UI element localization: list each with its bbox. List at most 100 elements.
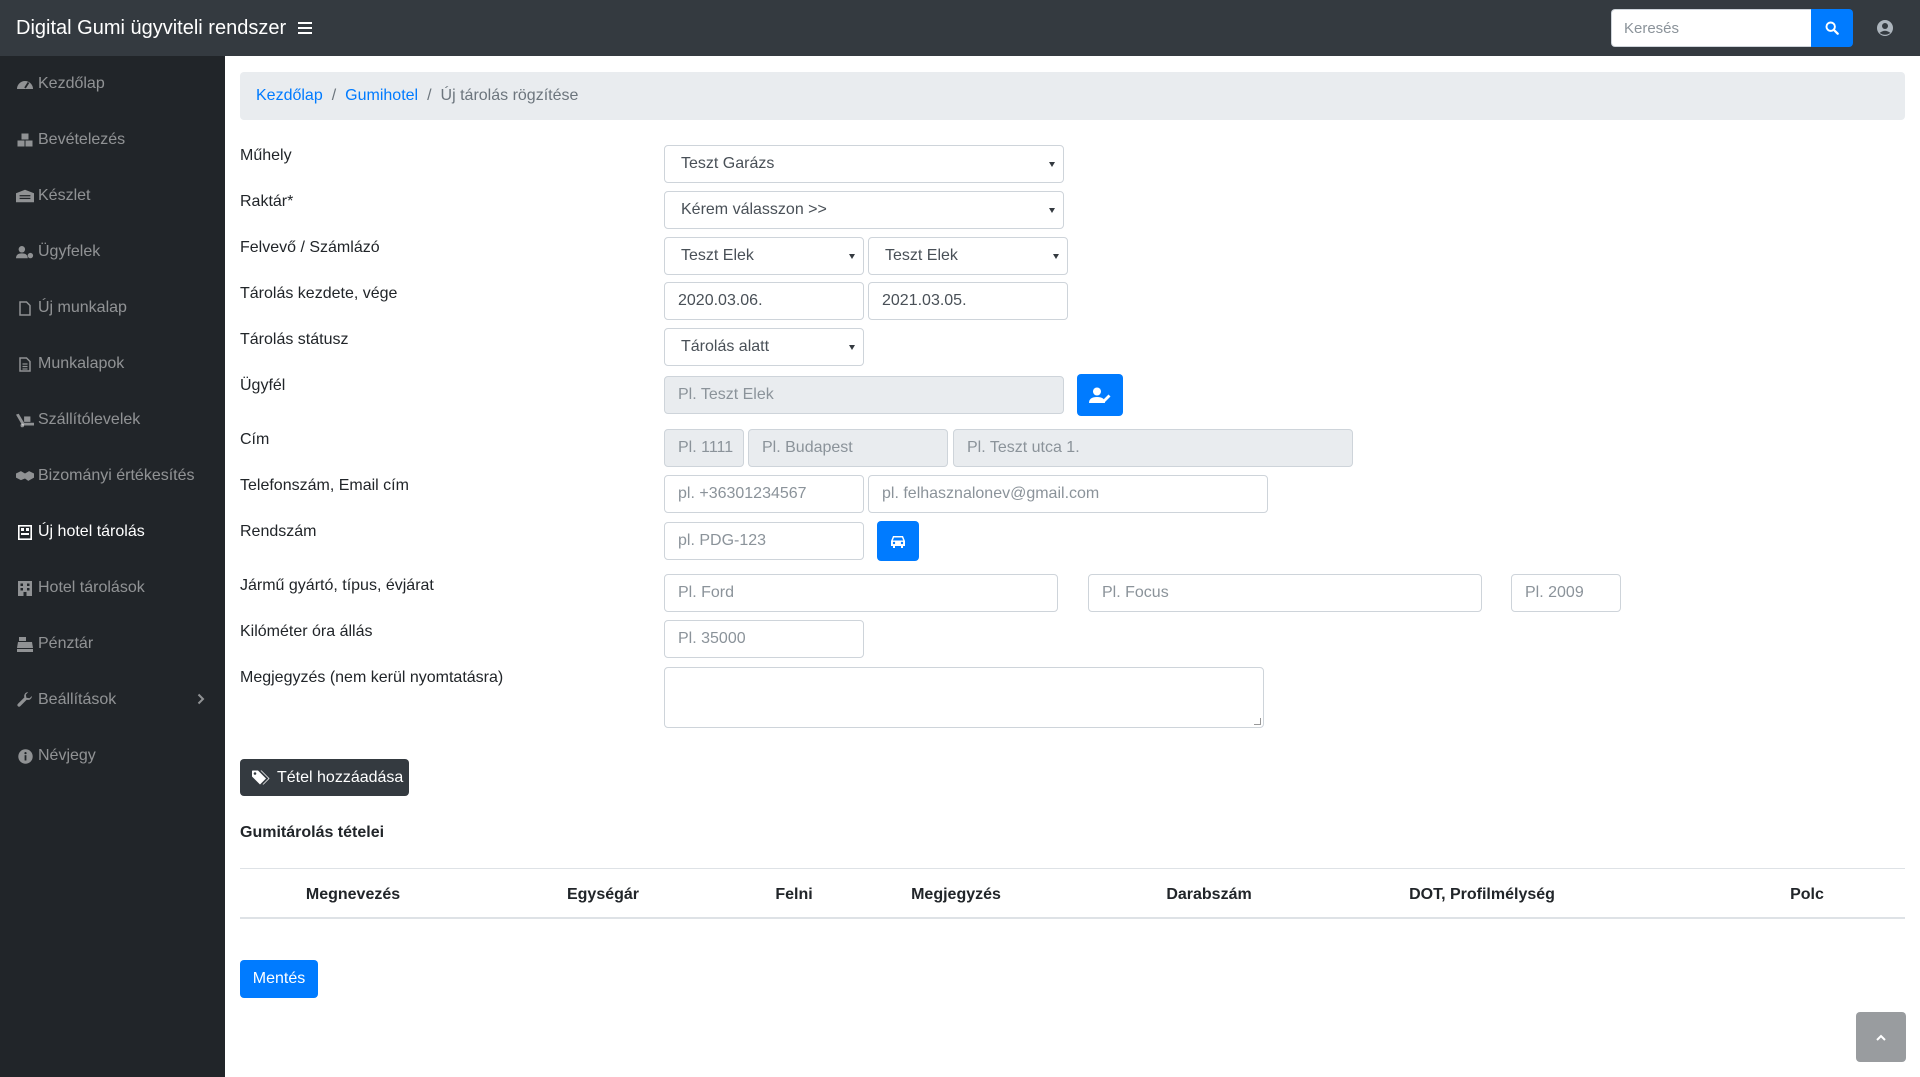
breadcrumb-home-link[interactable]: Kezdőlap xyxy=(256,87,323,105)
sidebar-item-label: Munkalapok xyxy=(38,355,125,372)
tarolas-statusz-select[interactable]: Tárolás alatt xyxy=(664,328,864,366)
select-customer-button[interactable] xyxy=(1077,374,1123,416)
car-icon xyxy=(891,535,905,548)
sidebar-item-label: Ügyfelek xyxy=(38,243,101,260)
column-header-egysegar: Egységár xyxy=(566,886,640,903)
cim-city-input[interactable]: Pl. Budapest xyxy=(748,429,948,467)
resize-handle[interactable] xyxy=(1254,718,1261,725)
user-cog-icon xyxy=(16,244,34,260)
sidebar-item-penztar[interactable]: Pénztár xyxy=(0,619,225,669)
sidebar-item-hotel-tarolasok[interactable]: Hotel tárolások xyxy=(0,563,225,613)
sidebar-item-uj-munkalap[interactable]: Új munkalap xyxy=(0,283,225,333)
sidebar-item-bevetelezes[interactable]: Bevételezés xyxy=(0,115,225,165)
add-item-label: Tétel hozzáadása xyxy=(277,768,404,786)
sidebar-item-label: Kezdőlap xyxy=(38,75,105,92)
phone-input[interactable]: pl. +36301234567 xyxy=(664,475,864,513)
breadcrumb-separator: / xyxy=(331,87,337,104)
muhely-label: Műhely xyxy=(240,147,292,164)
hotel-register-icon xyxy=(16,524,34,540)
items-table: Megnevezés Egységár Felni Megjegyzés Dar… xyxy=(240,868,1905,919)
cash-register-icon xyxy=(16,636,34,652)
column-header-megjegyzes: Megjegyzés xyxy=(911,886,1001,903)
tarolas-ido-label: Tárolás kezdete, vége xyxy=(240,285,398,302)
sidebar-item-label: Beállítások xyxy=(38,691,117,708)
sidebar-item-beallitasok[interactable]: Beállítások xyxy=(0,675,225,725)
tags-icon xyxy=(252,770,270,785)
chevron-up-icon xyxy=(1876,1034,1886,1041)
km-input[interactable]: Pl. 35000 xyxy=(664,620,864,658)
warehouse-icon xyxy=(16,188,34,204)
rendszam-input[interactable]: pl. PDG-123 xyxy=(664,522,864,560)
sidebar-item-munkalapok[interactable]: Munkalapok xyxy=(0,339,225,389)
items-section-title: Gumitárolás tételei xyxy=(240,824,385,841)
column-header-darabszam: Darabszám xyxy=(1166,886,1252,903)
sidebar-item-bizomanyi[interactable]: Bizományi értékesítés xyxy=(0,451,225,501)
sidebar-item-ugyfelek[interactable]: Ügyfelek xyxy=(0,227,225,277)
sidebar-item-uj-hotel-tarolas[interactable]: Új hotel tárolás xyxy=(0,507,225,557)
breadcrumb-current: Új tárolás rögzítése xyxy=(440,87,579,104)
chevron-right-icon xyxy=(197,693,205,705)
email-input[interactable]: pl. felhasznalonev@gmail.com xyxy=(868,475,1268,513)
ugyfel-label: Ügyfél xyxy=(240,377,286,394)
sidebar-item-label: Új hotel tárolás xyxy=(38,523,145,540)
sidebar-item-label: Új munkalap xyxy=(38,299,127,316)
top-navbar: Digital Gumi ügyviteli rendszer xyxy=(0,0,1920,56)
cubes-icon xyxy=(16,132,34,148)
hotel-icon xyxy=(16,580,34,596)
save-button[interactable]: Mentés xyxy=(240,960,318,998)
breadcrumb-gumihotel-link[interactable]: Gumihotel xyxy=(345,87,418,105)
rendszam-label: Rendszám xyxy=(240,523,317,540)
sidebar-item-label: Bevételezés xyxy=(38,131,126,148)
tarolas-kezdete-input[interactable]: 2020.03.06. xyxy=(664,282,864,320)
hamburger-menu-icon[interactable] xyxy=(298,22,313,34)
tarolas-statusz-label: Tárolás státusz xyxy=(240,331,349,348)
tarolas-vege-input[interactable]: 2021.03.05. xyxy=(868,282,1068,320)
kapcsolat-label: Telefonszám, Email cím xyxy=(240,477,409,494)
jarmu-evjarat-input[interactable]: Pl. 2009 xyxy=(1511,574,1621,612)
sidebar-item-label: Készlet xyxy=(38,187,91,204)
column-header-felni: Felni xyxy=(775,886,813,903)
megjegyzes-textarea[interactable] xyxy=(664,667,1264,728)
column-header-megnevezes: Megnevezés xyxy=(305,886,401,903)
search-input[interactable] xyxy=(1611,9,1811,47)
km-label: Kilóméter óra állás xyxy=(240,623,373,640)
jarmu-tipus-input[interactable]: Pl. Focus xyxy=(1088,574,1482,612)
cim-zip-input[interactable]: Pl. 1111 xyxy=(664,429,744,467)
tachometer-icon xyxy=(16,76,34,92)
cim-street-input[interactable]: Pl. Teszt utca 1. xyxy=(953,429,1353,467)
sidebar-item-kezdolap[interactable]: Kezdőlap xyxy=(0,59,225,109)
sidebar-item-label: Névjegy xyxy=(38,747,96,764)
sidebar: Kezdőlap Bevételezés Készlet Ügyfelek Új… xyxy=(0,56,225,1077)
sidebar-item-keszlet[interactable]: Készlet xyxy=(0,171,225,221)
file-alt-icon xyxy=(16,356,34,372)
breadcrumb: Kezdőlap / Gumihotel / Új tárolás rögzít… xyxy=(240,72,1905,120)
vehicle-lookup-button[interactable] xyxy=(877,521,919,561)
megjegyzes-label: Megjegyzés (nem kerül nyomtatásra) xyxy=(240,669,504,686)
app-title[interactable]: Digital Gumi ügyviteli rendszer xyxy=(16,17,286,40)
wrench-icon xyxy=(16,692,34,708)
raktar-select[interactable]: Kérem válasszon >> xyxy=(664,191,1064,229)
felvevo-select[interactable]: Teszt Elek xyxy=(664,237,864,275)
column-header-polc: Polc xyxy=(1790,886,1824,903)
user-circle-icon[interactable] xyxy=(1876,19,1894,37)
sidebar-item-label: Szállítólevelek xyxy=(38,411,141,428)
muhely-select[interactable]: Teszt Garázs xyxy=(664,145,1064,183)
sidebar-item-label: Bizományi értékesítés xyxy=(38,467,195,484)
file-icon xyxy=(16,300,34,316)
user-edit-icon xyxy=(1089,387,1111,403)
search-button[interactable] xyxy=(1811,9,1853,47)
scroll-to-top-button[interactable] xyxy=(1856,1012,1906,1062)
jarmu-gyarto-input[interactable]: Pl. Ford xyxy=(664,574,1058,612)
sidebar-item-label: Pénztár xyxy=(38,635,94,652)
ugyfel-input[interactable]: Pl. Teszt Elek xyxy=(664,376,1064,414)
sidebar-item-szallitolevelek[interactable]: Szállítólevelek xyxy=(0,395,225,445)
add-item-button[interactable]: Tétel hozzáadása xyxy=(240,759,409,796)
breadcrumb-separator: / xyxy=(427,87,432,104)
cim-label: Cím xyxy=(240,431,270,448)
szamlazo-select[interactable]: Teszt Elek xyxy=(868,237,1068,275)
info-circle-icon xyxy=(16,748,34,764)
truck-loading-icon xyxy=(16,412,34,428)
felvevo-szamlazo-label: Felvevő / Számlázó xyxy=(240,239,380,256)
sidebar-item-nevjegy[interactable]: Névjegy xyxy=(0,731,225,781)
handshake-icon xyxy=(16,468,34,484)
